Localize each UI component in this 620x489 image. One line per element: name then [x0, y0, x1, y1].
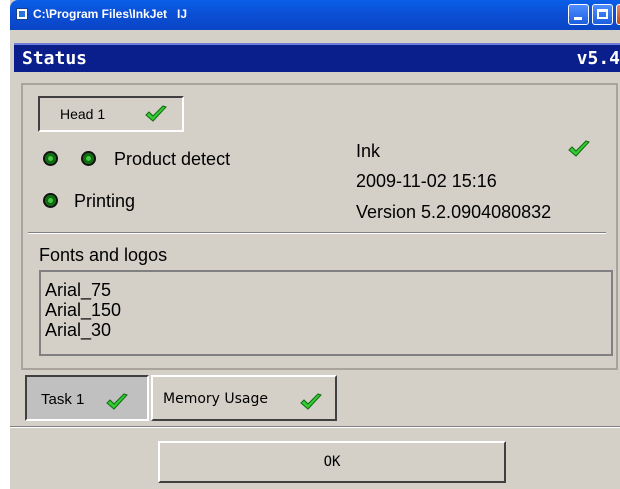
tab-task-1-label: Task 1 — [41, 391, 85, 408]
page-title: Status — [22, 48, 88, 69]
close-button[interactable] — [616, 4, 620, 25]
minimize-button[interactable] — [568, 4, 589, 25]
list-item[interactable]: Arial_75 — [45, 280, 111, 300]
datetime-label: 2009-11-02 15:16 — [356, 171, 497, 191]
led-indicator-icon — [43, 151, 58, 166]
head-1-tab[interactable]: Head 1 — [38, 96, 184, 132]
fonts-list[interactable]: Arial_75 Arial_150 Arial_30 — [39, 270, 613, 356]
printing-label: Printing — [74, 191, 136, 211]
led-indicator-icon — [81, 151, 96, 166]
version-label: v5.4 — [576, 48, 620, 69]
app-window: C:\Program Files\InkJet IJ Status v5.4 H… — [10, 0, 620, 489]
list-item[interactable]: Arial_30 — [45, 320, 111, 340]
app-icon[interactable] — [16, 8, 28, 20]
product-detect-label: Product detect — [114, 149, 231, 169]
fonts-heading: Fonts and logos — [39, 245, 168, 265]
tab-memory-usage-label: Memory Usage — [163, 391, 269, 407]
check-icon — [300, 393, 322, 410]
check-icon — [145, 105, 167, 122]
list-item[interactable]: Arial_150 — [45, 300, 121, 320]
divider — [10, 426, 620, 428]
led-indicator-icon — [43, 193, 58, 208]
head-1-label: Head 1 — [60, 106, 106, 122]
window-title: C:\Program Files\InkJet IJ — [33, 7, 188, 21]
ink-label: Ink — [356, 141, 381, 161]
tab-memory-usage[interactable]: Memory Usage — [151, 375, 337, 421]
software-version-label: Version 5.2.0904080832 — [356, 202, 552, 222]
status-header: Status v5.4 — [14, 43, 620, 72]
divider — [28, 232, 606, 234]
tab-task-1[interactable]: Task 1 — [25, 375, 149, 421]
ink-check-icon — [568, 140, 590, 157]
check-icon — [106, 393, 128, 410]
title-bar[interactable]: C:\Program Files\InkJet IJ — [10, 0, 620, 30]
ok-button[interactable]: OK — [158, 441, 506, 483]
maximize-button[interactable] — [592, 4, 613, 25]
